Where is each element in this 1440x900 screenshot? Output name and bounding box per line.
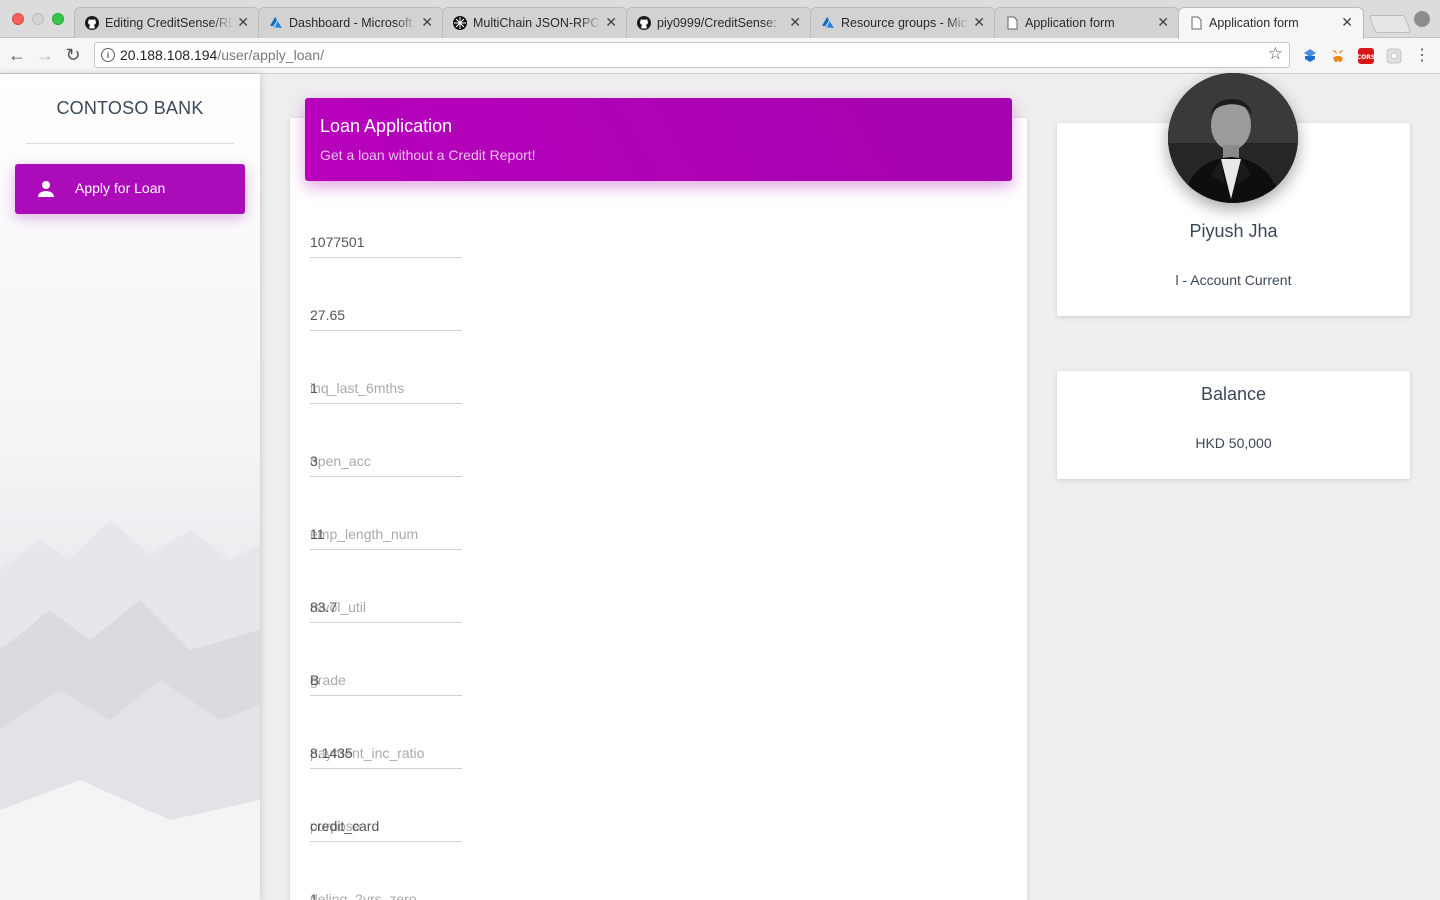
field-value[interactable]: 27.65 [310,307,345,323]
form-field-revol-util[interactable]: revol_util 83.7 [310,587,462,623]
field-value[interactable]: 3 [310,453,318,469]
back-icon[interactable]: ← [6,45,28,66]
browser-tab-active[interactable]: Application form ✕ [1178,7,1364,39]
field-value[interactable]: 1077501 [310,234,365,250]
svg-text:CORS: CORS [1358,54,1374,61]
field-value[interactable]: 1 [310,891,318,900]
form-field-delinq-2yrs-zero[interactable]: delinq_2yrs_zero 1 [310,879,462,900]
grey-extension-icon[interactable] [1386,48,1402,64]
github-icon [85,16,99,30]
field-value[interactable]: 83.7 [310,599,337,615]
field-label: inq_last_6mths [310,380,405,396]
github-icon [637,16,651,30]
new-tab-button[interactable] [1368,15,1412,33]
form-field-inq-last-6mths[interactable]: inq_last_6mths 1 [310,368,462,404]
form-field-payment-inc-ratio[interactable]: payment_inc_ratio 8.1435 [310,733,462,769]
page-icon [1005,16,1019,30]
form-field-dti[interactable]: 27.65 [310,295,462,331]
browser-tab[interactable]: MultiChain JSON-RPC ✕ [442,7,628,38]
close-tab-icon[interactable]: ✕ [237,14,249,31]
cors-icon[interactable]: CORS [1357,48,1375,64]
tab-title: MultiChain JSON-RPC [473,16,601,30]
tab-title: Dashboard - Microsoft [289,16,417,30]
browser-tab[interactable]: Resource groups - Mic ✕ [810,7,996,38]
form-field-emp-length-num[interactable]: emp_length_num 11 [310,514,462,550]
url-text: 20.188.108.194/user/apply_loan/ [120,47,324,63]
profile-account-status: l - Account Current [1175,272,1292,288]
profile-name: Piyush Jha [1189,221,1278,241]
close-tab-icon[interactable]: ✕ [789,14,801,31]
person-icon [37,180,55,198]
browser-tab[interactable]: Dashboard - Microsoft ✕ [258,7,444,38]
field-value[interactable]: 8.1435 [310,745,353,761]
bookmark-star-icon[interactable]: ☆ [1268,44,1283,64]
sidebar-item-apply-for-loan[interactable]: Apply for Loan [15,164,245,214]
page-title: Loan Application [320,116,453,136]
sidebar-item-label: Apply for Loan [75,180,166,196]
form-field-open-acc[interactable]: open_acc 3 [310,441,462,477]
tab-title: piy0999/CreditSense: [657,16,785,30]
form-field-loan-id[interactable]: 1077501 [310,222,462,258]
sidebar-background-image [0,520,260,900]
page-icon [1189,16,1203,30]
multichain-icon [453,16,467,30]
browser-tab[interactable]: piy0999/CreditSense: ✕ [626,7,812,38]
balance-card: Balance HKD 50,000 [1057,371,1410,479]
close-tab-icon[interactable]: ✕ [421,14,433,31]
close-tab-icon[interactable]: ✕ [605,14,617,31]
form-field-grade[interactable]: grade B [310,660,462,696]
field-value[interactable]: 1 [310,380,318,396]
address-bar[interactable]: i 20.188.108.194/user/apply_loan/ ☆ [94,42,1290,68]
maximize-window-button[interactable] [52,13,64,25]
reload-icon[interactable]: ↻ [62,45,84,66]
page-subtitle: Get a loan without a Credit Report! [320,147,536,163]
browser-menu-icon[interactable]: ⋮ [1411,45,1433,65]
close-tab-icon[interactable]: ✕ [1341,14,1353,31]
profile-icon[interactable] [1414,11,1430,27]
field-label: emp_length_num [310,526,419,542]
browser-tab-bar: Editing CreditSense/RE ✕ Dashboard - Mic… [0,0,1440,39]
tab-title: Resource groups - Mic [841,16,969,30]
field-label: open_acc [310,453,371,469]
azure-icon [821,16,835,30]
metamask-icon[interactable] [1330,48,1346,64]
divider [26,143,234,144]
balance-value: HKD 50,000 [1195,435,1272,451]
minimize-window-button[interactable] [32,13,44,25]
browser-tab[interactable]: Application form ✕ [994,7,1180,38]
blue-extension-icon[interactable] [1302,48,1318,64]
close-window-button[interactable] [12,13,24,25]
forward-icon[interactable]: → [34,45,56,66]
browser-tab[interactable]: Editing CreditSense/RE ✕ [74,7,260,38]
browser-toolbar: ← → ↻ i 20.188.108.194/user/apply_loan/ … [0,38,1440,74]
avatar [1168,73,1298,203]
field-value[interactable]: 11 [310,526,325,542]
tab-title: Application form [1209,16,1299,30]
azure-icon [269,16,283,30]
form-card-header: Loan Application Get a loan without a Cr… [305,98,1012,181]
tab-title: Editing CreditSense/RE [105,16,233,30]
balance-title: Balance [1200,384,1267,404]
brand-logo-text[interactable]: CONTOSO BANK [0,98,260,119]
form-field-purpose[interactable]: purpose credit_card [310,806,462,842]
site-info-icon[interactable]: i [101,48,115,62]
field-value[interactable]: B [310,672,319,688]
field-value[interactable]: credit_card [310,818,379,834]
sidebar: CONTOSO BANK Apply for Loan [0,74,260,900]
field-label: delinq_2yrs_zero [310,891,417,900]
tab-title: Application form [1025,16,1115,30]
close-tab-icon[interactable]: ✕ [1157,14,1169,31]
close-tab-icon[interactable]: ✕ [973,14,985,31]
